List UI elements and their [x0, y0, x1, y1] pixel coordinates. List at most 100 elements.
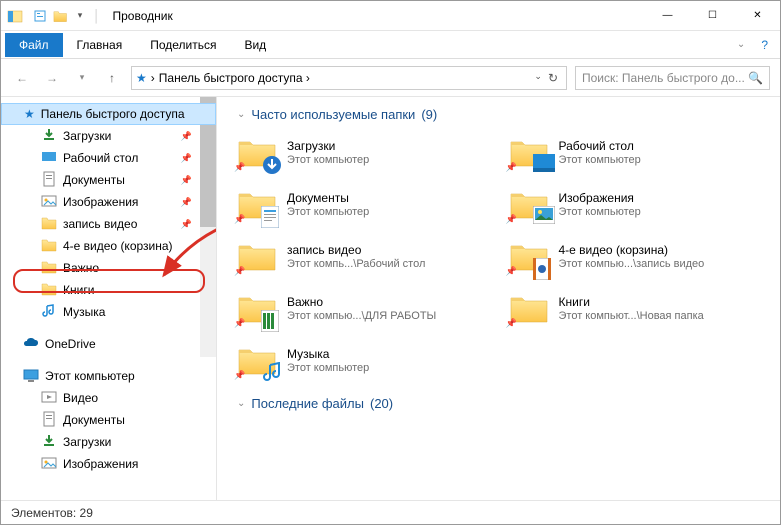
folder-location: Этот компьют...\Новая папка	[559, 310, 704, 323]
tree-item-icon	[41, 281, 57, 300]
folder-item[interactable]: 📌 Документы Этот компьютер	[237, 188, 499, 222]
tree-item[interactable]: Важно	[1, 257, 216, 279]
folder-name: Загрузки	[287, 139, 369, 153]
section-count: (9)	[421, 107, 437, 122]
close-button[interactable]: ✕	[735, 1, 780, 31]
minimize-button[interactable]: —	[645, 1, 690, 31]
tree-item-icon	[41, 303, 57, 322]
tree-item-icon	[41, 433, 57, 452]
tree-quick-access[interactable]: ★ Панель быстрого доступа	[1, 103, 216, 125]
search-icon: 🔍	[748, 71, 763, 85]
tree-thispc[interactable]: Этот компьютер	[1, 365, 216, 387]
folder-overlay-icon	[261, 206, 279, 224]
nav-recent-icon[interactable]: ▾	[71, 67, 93, 89]
tree-item[interactable]: 4-е видео (корзина)	[1, 235, 216, 257]
titlebar: ▾ │ Проводник — ☐ ✕	[1, 1, 780, 31]
section-recent[interactable]: ⌄ Последние файлы (20)	[237, 396, 770, 411]
tree-item-label: запись видео	[63, 217, 137, 231]
onedrive-icon	[23, 336, 39, 352]
tree-item[interactable]: Документы 📌	[1, 169, 216, 191]
address-bar[interactable]: ★ › Панель быстрого доступа › ⌄ ↻	[131, 66, 567, 90]
pin-icon: 📌	[234, 266, 245, 277]
pc-icon	[23, 368, 39, 384]
pin-icon: 📌	[234, 318, 245, 329]
tree-item-label: Изображения	[63, 457, 138, 471]
qat-dropdown-icon[interactable]: ▾	[71, 7, 89, 25]
tree-item-icon	[41, 237, 57, 256]
tree-item[interactable]: Книги	[1, 279, 216, 301]
qat-newfolder-icon[interactable]	[51, 7, 69, 25]
tree-item[interactable]: Рабочий стол 📌	[1, 147, 216, 169]
status-bar: Элементов: 29	[1, 500, 780, 524]
folder-location: Этот компьютер	[287, 154, 369, 167]
tree-item[interactable]: запись видео 📌	[1, 213, 216, 235]
tree-item-label: Документы	[63, 413, 125, 427]
tree-item[interactable]: Музыка	[1, 301, 216, 323]
pin-icon: 📌	[234, 162, 245, 173]
folder-location: Этот компьютер	[287, 206, 369, 219]
folder-item[interactable]: 📌 Рабочий стол Этот компьютер	[509, 136, 771, 170]
pin-icon: 📌	[506, 318, 517, 329]
status-label: Элементов:	[11, 506, 76, 520]
tree-item-icon	[41, 411, 57, 430]
folder-item[interactable]: 📌 Изображения Этот компьютер	[509, 188, 771, 222]
tab-file[interactable]: Файл	[5, 33, 63, 57]
address-dropdown-icon[interactable]: ⌄	[534, 71, 542, 85]
folder-name: Книги	[559, 295, 704, 309]
folder-location: Этот компью...\ДЛЯ РАБОТЫ	[287, 310, 436, 323]
pin-icon: 📌	[181, 153, 192, 164]
help-button[interactable]: ?	[753, 38, 776, 52]
tree-item-icon	[41, 171, 57, 190]
tree-item[interactable]: Изображения	[1, 453, 216, 475]
expand-ribbon-icon[interactable]: ⌄	[729, 39, 753, 50]
tree-item[interactable]: Загрузки	[1, 431, 216, 453]
tree-onedrive[interactable]: OneDrive	[1, 333, 216, 355]
tree-item-icon	[41, 455, 57, 474]
refresh-icon[interactable]: ↻	[548, 71, 558, 85]
pin-icon: 📌	[506, 266, 517, 277]
folder-overlay-icon	[261, 154, 279, 172]
folder-location: Этот компьютер	[559, 206, 641, 219]
search-input[interactable]: Поиск: Панель быстрого до... 🔍	[575, 66, 770, 90]
nav-forward-icon[interactable]: →	[41, 67, 63, 89]
tab-share[interactable]: Поделиться	[136, 33, 230, 57]
folder-location: Этот компью...\запись видео	[559, 258, 705, 271]
tree-item-label: Книги	[63, 283, 94, 297]
status-count: 29	[80, 506, 93, 520]
tree-item-label: Музыка	[63, 305, 105, 319]
folder-overlay-icon	[533, 154, 551, 172]
pin-icon: 📌	[181, 197, 192, 208]
tree-item[interactable]: Изображения 📌	[1, 191, 216, 213]
tree-item-label: 4-е видео (корзина)	[63, 239, 173, 253]
nav-back-icon[interactable]: ←	[11, 67, 33, 89]
tree-item[interactable]: Видео	[1, 387, 216, 409]
folder-item[interactable]: 📌 Загрузки Этот компьютер	[237, 136, 499, 170]
tree-item-label: Рабочий стол	[63, 151, 138, 165]
folder-overlay-icon	[533, 206, 551, 224]
tree-item-icon	[41, 215, 57, 234]
folder-item[interactable]: 📌 Важно Этот компью...\ДЛЯ РАБОТЫ	[237, 292, 499, 326]
tree-label: Этот компьютер	[45, 369, 135, 383]
folder-item[interactable]: 📌 Музыка Этот компьютер	[237, 344, 499, 378]
folder-item[interactable]: 📌 Книги Этот компьют...\Новая папка	[509, 292, 771, 326]
folder-name: Важно	[287, 295, 436, 309]
tree-item-label: Загрузки	[63, 435, 111, 449]
section-frequent[interactable]: ⌄ Часто используемые папки (9)	[237, 107, 770, 122]
tree-item-label: Изображения	[63, 195, 138, 209]
pin-icon: 📌	[506, 162, 517, 173]
chevron-down-icon: ⌄	[237, 398, 245, 409]
qat-properties-icon[interactable]	[31, 7, 49, 25]
folder-item[interactable]: 📌 запись видео Этот компь...\Рабочий сто…	[237, 240, 499, 274]
folder-location: Этот компь...\Рабочий стол	[287, 258, 425, 271]
maximize-button[interactable]: ☐	[690, 1, 735, 31]
tree-item-label: Важно	[63, 261, 99, 275]
tree-item[interactable]: Загрузки 📌	[1, 125, 216, 147]
folder-item[interactable]: 📌 4-е видео (корзина) Этот компью...\зап…	[509, 240, 771, 274]
nav-up-icon[interactable]: ↑	[101, 67, 123, 89]
tree-item[interactable]: Документы	[1, 409, 216, 431]
tab-view[interactable]: Вид	[230, 33, 280, 57]
tree-item-icon	[41, 127, 57, 146]
tree-item-icon	[41, 259, 57, 278]
window-title: Проводник	[113, 9, 173, 23]
tab-home[interactable]: Главная	[63, 33, 137, 57]
